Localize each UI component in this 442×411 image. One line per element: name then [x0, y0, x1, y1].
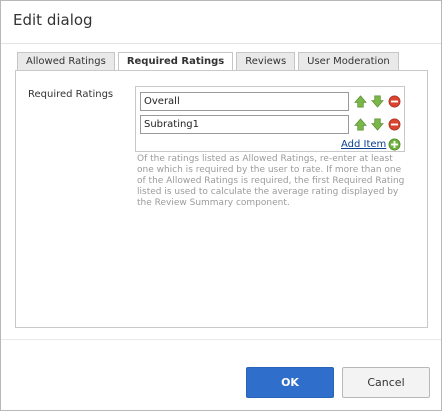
required-ratings-label: Required Ratings [28, 89, 114, 100]
tab-reviews[interactable]: Reviews [236, 52, 296, 71]
dialog-title: Edit dialog [13, 11, 93, 29]
arrow-down-icon[interactable] [371, 118, 384, 131]
arrow-up-icon[interactable] [354, 118, 367, 131]
cancel-button[interactable]: Cancel [342, 367, 430, 398]
arrow-up-icon[interactable] [354, 95, 367, 108]
remove-icon[interactable] [388, 118, 401, 131]
add-item-link[interactable]: Add Item [341, 139, 386, 150]
tab-user-moderation[interactable]: User Moderation [298, 52, 399, 71]
help-text: Of the ratings listed as Allowed Ratings… [137, 154, 405, 208]
required-ratings-list: Add Item [135, 86, 405, 152]
add-icon[interactable] [388, 138, 401, 151]
remove-icon[interactable] [388, 95, 401, 108]
tab-bar: Allowed Ratings Required Ratings Reviews… [17, 52, 402, 71]
tab-allowed-ratings[interactable]: Allowed Ratings [17, 52, 115, 71]
edit-dialog: Edit dialog Allowed Ratings Required Rat… [0, 0, 442, 411]
ok-button[interactable]: OK [246, 367, 334, 398]
title-divider [1, 43, 441, 44]
tab-required-ratings[interactable]: Required Ratings [117, 52, 234, 71]
arrow-down-icon[interactable] [371, 95, 384, 108]
rating-item-input[interactable] [140, 115, 349, 134]
rating-item-input[interactable] [140, 92, 349, 111]
footer-divider [1, 339, 441, 340]
